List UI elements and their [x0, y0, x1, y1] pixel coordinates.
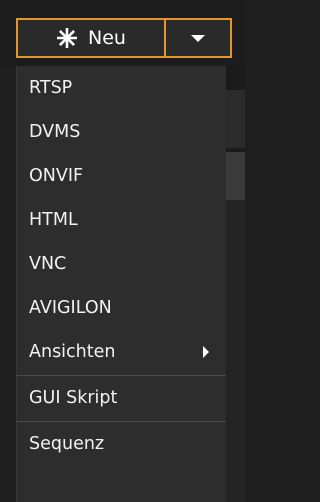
- menu-item-label: HTML: [29, 210, 78, 230]
- new-dropdown-menu: RTSP DVMS ONVIF HTML VNC AVIGILON Ansich…: [16, 66, 227, 502]
- background-row-selected: [226, 152, 245, 200]
- menu-item-html[interactable]: HTML: [17, 198, 227, 242]
- caret-right-icon: [203, 346, 209, 358]
- caret-down-icon: [191, 34, 205, 42]
- menu-item-label: Sequenz: [29, 434, 105, 454]
- new-split-button: Neu: [16, 18, 232, 58]
- menu-item-ansichten[interactable]: Ansichten: [17, 330, 227, 374]
- menu-item-rtsp[interactable]: RTSP: [17, 66, 227, 110]
- background-panel: [226, 66, 245, 502]
- menu-item-label: GUI Skript: [29, 388, 118, 408]
- menu-item-label: VNC: [29, 254, 67, 274]
- menu-item-vnc[interactable]: VNC: [17, 242, 227, 286]
- menu-item-label: DVMS: [29, 122, 81, 142]
- menu-item-label: RTSP: [29, 78, 73, 98]
- menu-item-label: AVIGILON: [29, 298, 112, 318]
- menu-item-gui-skript[interactable]: GUI Skript: [17, 376, 227, 420]
- menu-item-dvms[interactable]: DVMS: [17, 110, 227, 154]
- window: Neu RTSP DVMS ONVIF HTML VNC AVIGILON An…: [0, 0, 245, 502]
- new-button[interactable]: Neu: [18, 20, 166, 56]
- asterisk-icon: [56, 27, 78, 49]
- menu-item-label: Ansichten: [29, 342, 116, 362]
- background-row: [226, 90, 245, 148]
- menu-item-onvif[interactable]: ONVIF: [17, 154, 227, 198]
- background-row: [226, 200, 245, 502]
- menu-item-sequenz[interactable]: Sequenz: [17, 422, 227, 466]
- menu-item-label: ONVIF: [29, 166, 84, 186]
- new-button-label: Neu: [88, 27, 126, 49]
- menu-item-avigilon[interactable]: AVIGILON: [17, 286, 227, 330]
- new-dropdown-toggle[interactable]: [166, 20, 230, 56]
